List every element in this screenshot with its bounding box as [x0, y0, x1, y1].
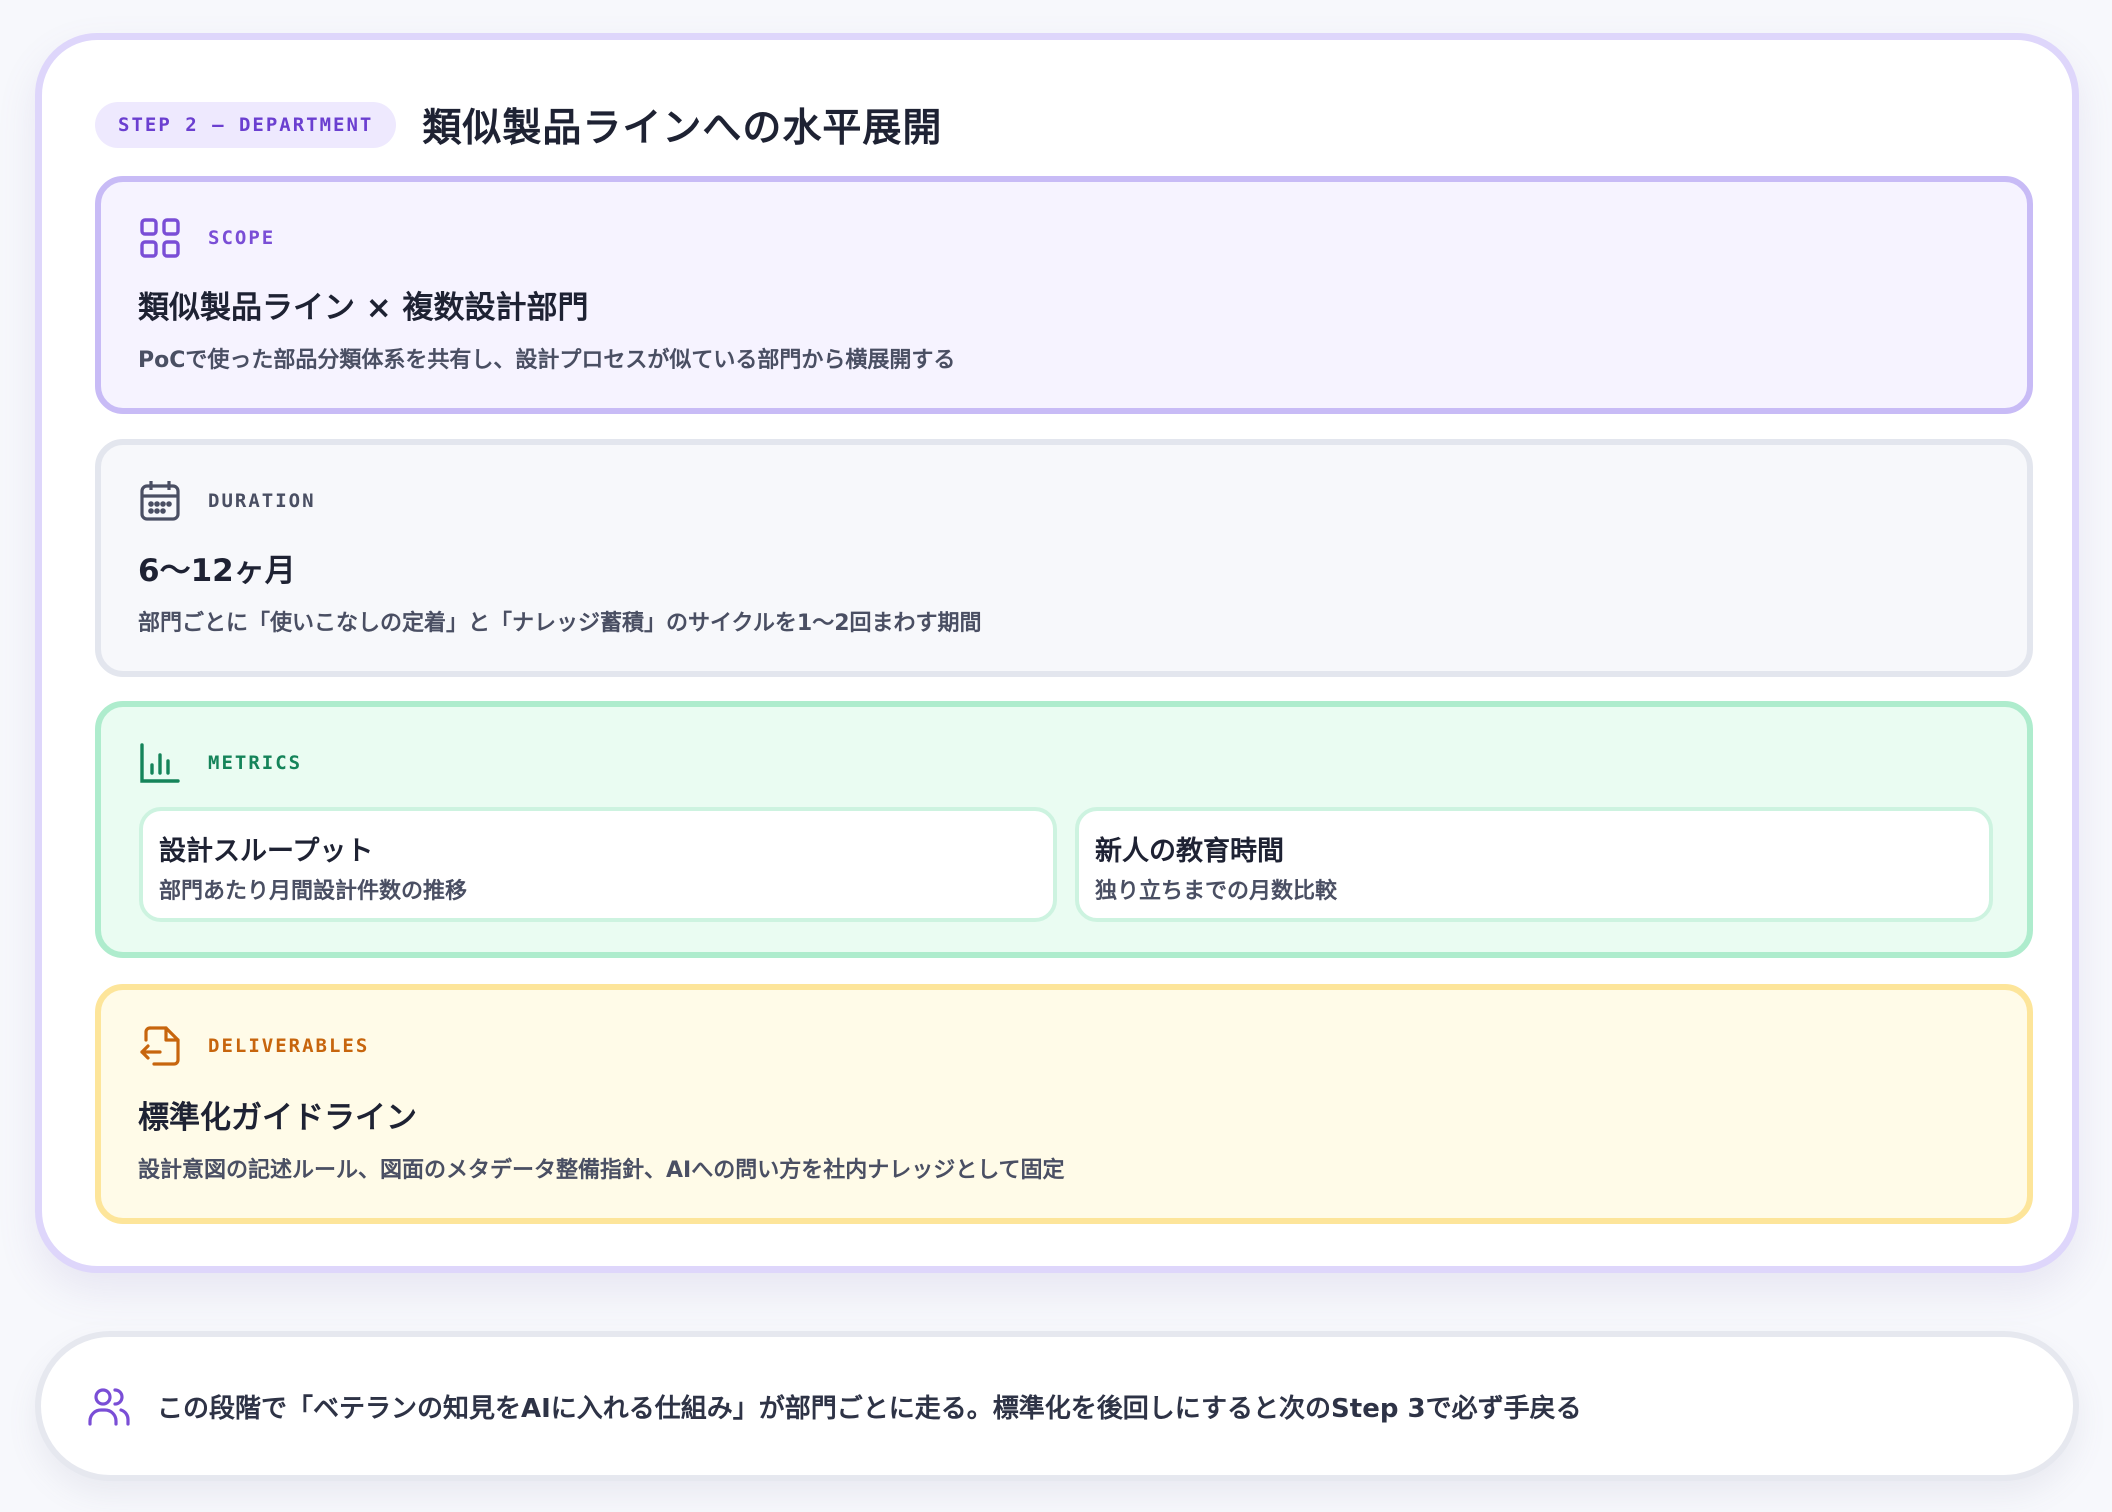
duration-section: DURATION 6〜12ヶ月 部門ごとに「使いこなしの定着」と「ナレッジ蓄積」… — [95, 439, 2033, 677]
scope-header: SCOPE — [138, 216, 275, 260]
metrics-header: METRICS — [138, 741, 302, 785]
users-icon — [88, 1388, 130, 1426]
main-card: STEP 2 — DEPARTMENT 類似製品ラインへの水平展開 SCOPE … — [35, 33, 2079, 1273]
step-badge: STEP 2 — DEPARTMENT — [95, 102, 397, 148]
metric-title: 設計スループット — [159, 836, 374, 867]
header: STEP 2 — DEPARTMENT 類似製品ラインへの水平展開 — [95, 95, 942, 155]
grid-icon — [140, 218, 180, 258]
scope-section: SCOPE 類似製品ライン × 複数設計部門 PoCで使った部品分類体系を共有し… — [95, 176, 2033, 414]
deliverables-label: DELIVERABLES — [208, 1035, 370, 1057]
duration-label: DURATION — [208, 490, 316, 512]
bar-chart-icon — [140, 743, 180, 783]
deliverables-section: DELIVERABLES 標準化ガイドライン 設計意図の記述ルール、図面のメタデ… — [95, 984, 2033, 1224]
metrics-section: METRICS 設計スループット 部門あたり月間設計件数の推移 新人の教育時間 … — [95, 701, 2033, 958]
duration-header: DURATION — [138, 479, 316, 523]
note-card: この段階で「ベテランの知見をAIに入れる仕組み」が部門ごとに走る。標準化を後回し… — [35, 1331, 2079, 1481]
metric-card: 新人の教育時間 独り立ちまでの月数比較 — [1075, 807, 1993, 922]
metric-sub: 部門あたり月間設計件数の推移 — [159, 879, 468, 904]
deliverables-title: 標準化ガイドライン — [138, 1100, 417, 1136]
duration-desc: 部門ごとに「使いこなしの定着」と「ナレッジ蓄積」のサイクルを1〜2回まわす期間 — [138, 611, 982, 636]
scope-title: 類似製品ライン × 複数設計部門 — [138, 290, 589, 326]
file-export-icon — [140, 1026, 180, 1066]
deliverables-desc: 設計意図の記述ルール、図面のメタデータ整備指針、AIへの問い方を社内ナレッジとし… — [138, 1158, 1065, 1183]
deliverables-header: DELIVERABLES — [138, 1024, 369, 1068]
metric-card: 設計スループット 部門あたり月間設計件数の推移 — [139, 807, 1057, 922]
scope-label: SCOPE — [208, 227, 276, 249]
page-title: 類似製品ラインへの水平展開 — [422, 106, 943, 151]
note-text: この段階で「ベテランの知見をAIに入れる仕組み」が部門ごとに走る。標準化を後回し… — [157, 1393, 1582, 1424]
metric-title: 新人の教育時間 — [1095, 836, 1284, 867]
metric-sub: 独り立ちまでの月数比較 — [1095, 879, 1338, 904]
duration-title: 6〜12ヶ月 — [138, 553, 296, 589]
calendar-icon — [140, 481, 180, 521]
metrics-label: METRICS — [208, 752, 303, 774]
scope-desc: PoCで使った部品分類体系を共有し、設計プロセスが似ている部門から横展開する — [138, 348, 956, 373]
